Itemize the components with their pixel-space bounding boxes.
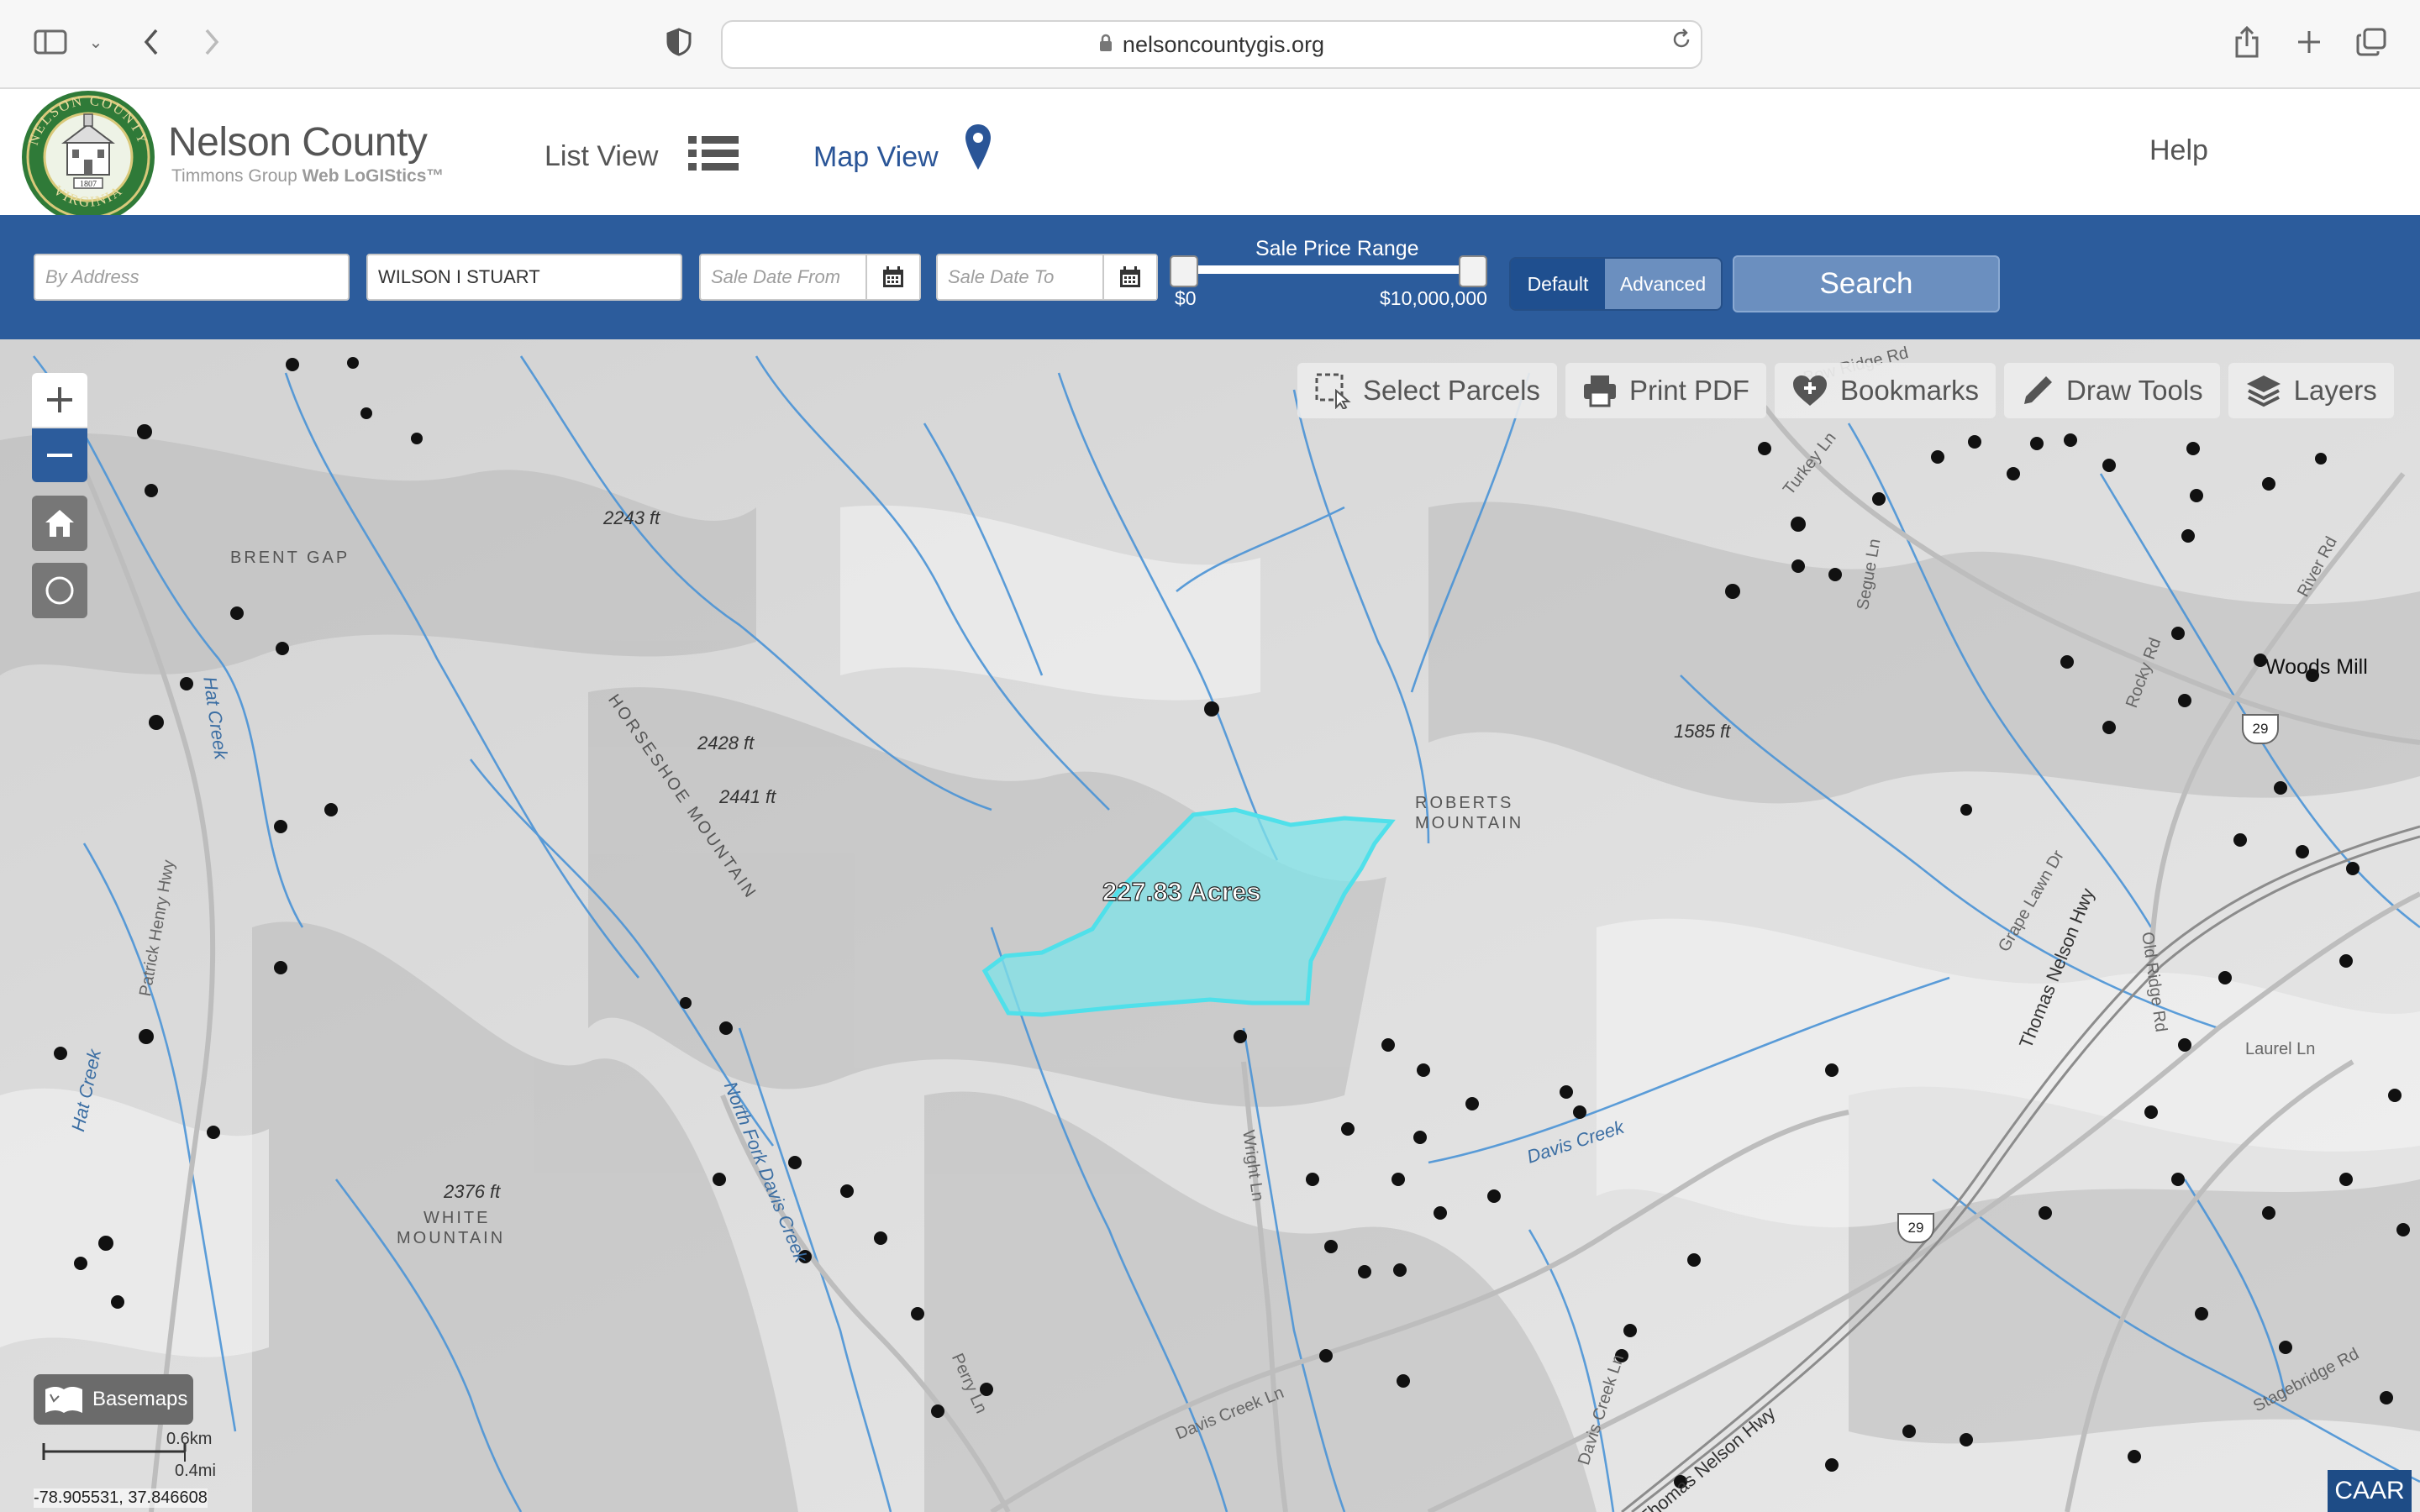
map-label-woods-mill: Woods Mill [2265,655,2368,679]
map-label-elev-2428: 2428 ft [697,732,755,753]
search-mode-toggle: Default Advanced [1509,257,1723,311]
map-label-laurel-ln: Laurel Ln [2245,1040,2316,1058]
zoom-out-button[interactable] [32,427,87,482]
seal-year: 1807 [80,180,97,189]
layers-icon [2246,375,2281,407]
print-pdf-button[interactable]: Print PDF [1565,363,1766,418]
draw-tools-button[interactable]: Draw Tools [2004,363,2220,418]
map-canvas[interactable]: BRENT GAP HORSESHOE MOUNTAIN ROBERTS MOU… [0,339,2420,1512]
map-book-icon [45,1387,82,1413]
minus-icon [47,454,72,457]
locate-icon [45,576,74,605]
map-label-white-mountain-1: WHITE [424,1209,491,1227]
map-label-elev-2376: 2376 ft [444,1181,501,1202]
locate-button[interactable] [32,563,87,618]
parcel-acreage-label: 227.83 Acres [1102,876,1261,906]
sale-date-to-input[interactable]: Sale Date To [936,254,1158,301]
nav-list-view[interactable]: List View [544,134,739,179]
chevron-down-icon[interactable]: ⌄ [77,24,114,60]
sale-price-min-handle[interactable] [1170,255,1198,287]
nav-map-view[interactable]: Map View [813,123,992,181]
map-label-elev-2243: 2243 ft [603,507,660,528]
app-header: 1807 NELSON COUNTY VIRGINIA Nelson Count… [0,89,2420,223]
select-parcels-label: Select Parcels [1363,375,1540,406]
pencil-icon [2024,376,2053,404]
scale-km: 0.6km [166,1430,213,1448]
caar-logo[interactable]: CAAR [2328,1470,2412,1512]
tab-overview-icon[interactable] [2353,24,2390,60]
search-button[interactable]: Search [1733,255,2000,312]
zoom-controls [32,373,87,482]
owner-input[interactable]: WILSON I STUART [366,254,682,301]
brand-subtitle: Timmons Group Web LoGIStics™ [171,166,444,186]
mode-default-button[interactable]: Default [1511,259,1605,309]
nav-map-view-label: Map View [813,141,939,173]
map-label-elev-2441: 2441 ft [719,786,776,807]
share-icon[interactable] [2228,24,2265,60]
new-tab-icon[interactable] [2291,24,2328,60]
basemaps-label: Basemaps [92,1388,188,1410]
map-label-roberts-mountain-1: ROBERTS [1415,794,1514,812]
address-input[interactable]: By Address [34,254,350,301]
route-29-shield: 29 [1897,1213,1934,1243]
nav-help[interactable]: Help [2149,134,2208,167]
calendar-icon[interactable] [1102,255,1156,299]
select-parcels-button[interactable]: Select Parcels [1297,363,1557,418]
bookmarks-button[interactable]: Bookmarks [1774,363,1996,418]
map-label-roberts-mountain-2: MOUNTAIN [1415,814,1524,832]
search-bar: By Address WILSON I STUART Sale Date Fro… [0,215,2420,339]
nav-list-view-label: List View [544,140,659,172]
sale-price-max-handle[interactable] [1459,255,1487,287]
bookmarks-label: Bookmarks [1839,375,1980,406]
map-label-white-mountain-2: MOUNTAIN [397,1229,506,1247]
select-region-icon [1315,373,1351,409]
sale-date-from-placeholder: Sale Date From [711,266,841,287]
home-icon [45,510,74,537]
browser-chrome: ⌄ nelsoncountygis.org [0,0,2420,89]
sidebar-toggle-icon[interactable] [32,24,69,60]
map-label-brent-gap: BRENT GAP [230,549,350,567]
owner-value: WILSON I STUART [378,266,540,287]
map-toolbar: Select Parcels Print PDF Bookmarks Draw … [1297,363,2394,418]
scale-mi: 0.4mi [175,1462,216,1480]
map-label-elev-1585: 1585 ft [1674,721,1731,742]
home-extent-button[interactable] [32,496,87,551]
heart-plus-icon [1792,375,1827,406]
layers-button[interactable]: Layers [2228,363,2394,418]
cursor-coordinates: -78.905531, 37.846608 [34,1488,208,1508]
zoom-in-button[interactable] [32,373,87,427]
brand-subtitle-product: Web LoGIStics™ [302,166,445,186]
address-placeholder: By Address [45,266,139,287]
layers-label: Layers [2293,375,2377,406]
sale-date-to-placeholder: Sale Date To [948,266,1055,287]
print-pdf-label: Print PDF [1628,375,1749,406]
plus-icon [47,387,72,412]
url-bar[interactable]: nelsoncountygis.org [721,20,1702,69]
brand-title: Nelson County [168,120,428,165]
sale-price-range-label: Sale Price Range [1255,237,1419,260]
mode-advanced-button[interactable]: Advanced [1605,259,1721,309]
route-29-shield: 29 [2242,714,2279,744]
reload-icon[interactable] [1670,29,1692,56]
brand-subtitle-prefix: Timmons Group [171,166,297,186]
forward-icon[interactable] [193,24,230,60]
sale-price-max: $10,000,000 [1380,287,1487,309]
calendar-icon[interactable] [865,255,919,299]
sale-price-slider-track[interactable] [1178,265,1474,274]
privacy-shield-icon[interactable] [660,24,697,60]
draw-tools-label: Draw Tools [2066,375,2203,406]
sale-date-from-input[interactable]: Sale Date From [699,254,921,301]
printer-icon [1583,375,1616,407]
map-pin-icon [964,123,992,181]
sale-price-min: $0 [1175,287,1197,309]
list-icon [688,134,739,179]
lock-icon [1099,32,1113,58]
url-text: nelsoncountygis.org [1122,31,1325,57]
terrain-basemap [0,339,2420,1512]
basemaps-button[interactable]: Basemaps [34,1374,193,1425]
county-seal-logo[interactable]: 1807 NELSON COUNTY VIRGINIA [18,89,158,225]
back-icon[interactable] [133,24,170,60]
